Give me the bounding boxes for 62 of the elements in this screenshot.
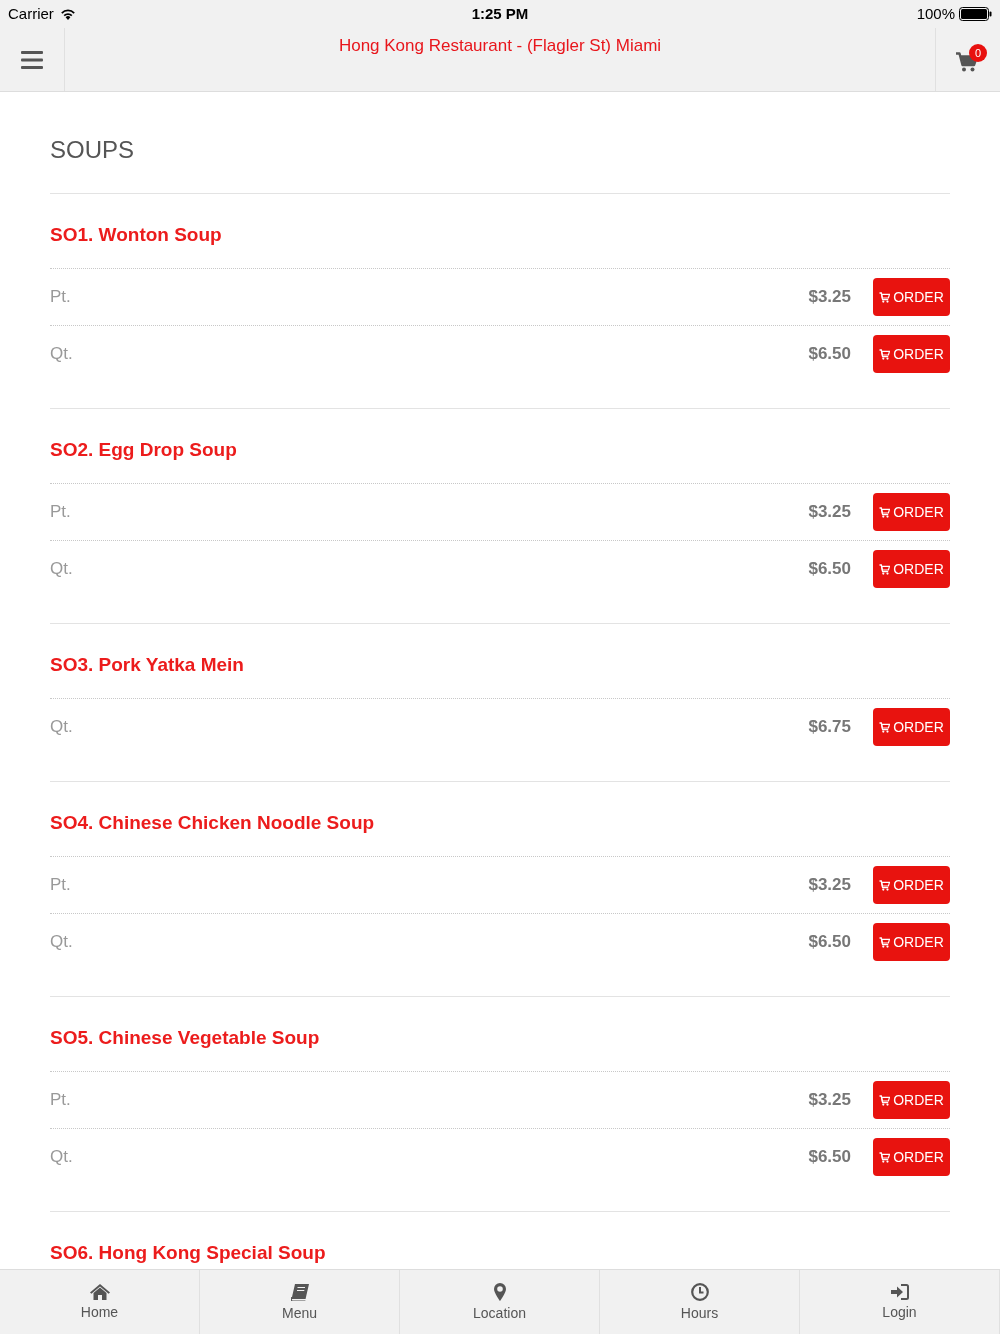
section-heading: SOUPS [50, 135, 136, 165]
size-label: Qt. [50, 343, 73, 366]
tab-button[interactable]: Login [800, 1270, 1000, 1334]
order-button[interactable]: ORDER [873, 1138, 950, 1176]
menu-icon [21, 50, 43, 69]
cart-icon [879, 348, 891, 360]
item-title: SO6. Hong Kong Special Soup [50, 1242, 326, 1264]
size-label: Qt. [50, 1146, 73, 1169]
tab-button[interactable]: Location [400, 1270, 600, 1334]
cart-count-badge: 0 [969, 44, 987, 62]
battery-percent: 100% [916, 3, 955, 24]
size-label: Pt. [50, 286, 71, 309]
order-button[interactable]: ORDER [873, 866, 950, 904]
home-icon [89, 1284, 110, 1300]
price-text: $3.25 [808, 501, 851, 524]
size-label: Pt. [50, 1089, 71, 1112]
price-text: $3.25 [808, 286, 851, 309]
price-text: $6.75 [808, 716, 851, 739]
item-title: SO4. Chinese Chicken Noodle Soup [50, 812, 375, 834]
price-text: $6.50 [808, 343, 851, 366]
status-time: 1:25 PM [471, 3, 529, 24]
order-button[interactable]: ORDER [873, 1081, 950, 1119]
cart-button[interactable]: 0 [935, 28, 1000, 91]
book-icon [290, 1283, 309, 1301]
order-button[interactable]: ORDER [873, 550, 950, 588]
order-button[interactable]: ORDER [873, 278, 950, 316]
cart-icon [879, 506, 891, 518]
price-text: $3.25 [808, 1089, 851, 1112]
item-title: SO3. Pork Yatka Mein [50, 654, 244, 676]
item-title: SO2. Egg Drop Soup [50, 439, 237, 461]
cart-icon [879, 1094, 891, 1106]
cart-icon [879, 1151, 891, 1163]
size-label: Qt. [50, 931, 73, 954]
cart-icon [879, 721, 891, 733]
tab-button[interactable]: Menu [200, 1270, 400, 1334]
cart-icon [879, 879, 891, 891]
size-label: Qt. [50, 716, 73, 739]
price-text: $6.50 [808, 931, 851, 954]
order-button[interactable]: ORDER [873, 923, 950, 961]
order-button[interactable]: ORDER [873, 335, 950, 373]
size-label: Pt. [50, 874, 71, 897]
clock-icon [690, 1283, 709, 1301]
item-title: SO1. Wonton Soup [50, 224, 222, 246]
cart-icon [879, 936, 891, 948]
size-label: Pt. [50, 501, 71, 524]
cart-icon [879, 563, 891, 575]
order-button[interactable]: ORDER [873, 708, 950, 746]
size-label: Qt. [50, 558, 73, 581]
price-text: $6.50 [808, 1146, 851, 1169]
order-button[interactable]: ORDER [873, 493, 950, 531]
map-pin-icon [493, 1283, 506, 1301]
price-text: $3.25 [808, 874, 851, 897]
cart-icon [879, 291, 891, 303]
wifi-icon [59, 8, 76, 20]
tab-button[interactable]: Home [0, 1270, 200, 1334]
price-text: $6.50 [808, 558, 851, 581]
sign-in-icon [890, 1284, 909, 1300]
restaurant-title: Hong Kong Restaurant - (Flagler St) Miami [338, 35, 662, 57]
item-title: SO5. Chinese Vegetable Soup [50, 1027, 320, 1049]
tab-button[interactable]: Hours [600, 1270, 800, 1334]
battery-icon [959, 7, 992, 21]
carrier-name: Carrier [8, 3, 54, 24]
